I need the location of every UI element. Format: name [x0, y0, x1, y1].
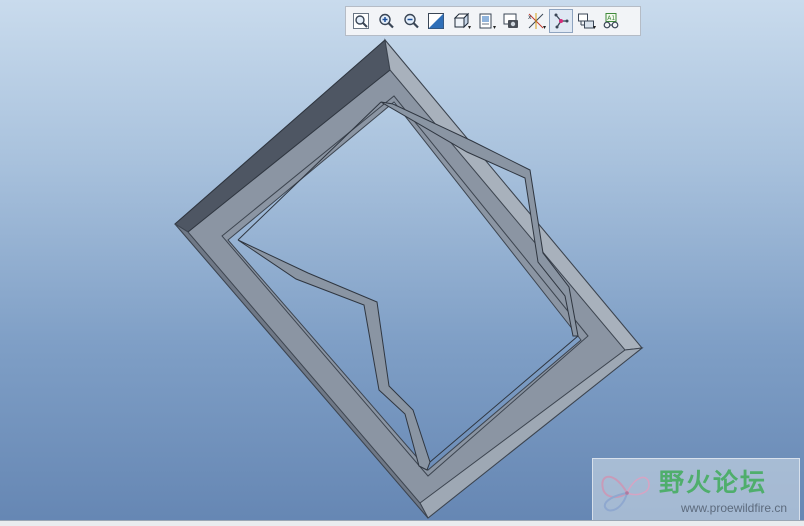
watermark-url: www.proewildfire.cn: [681, 501, 788, 515]
frame-outer-bevel: [174, 39, 391, 233]
frame-right-bevel: [384, 38, 643, 351]
model-3d-part[interactable]: [0, 0, 804, 526]
graphics-window[interactable]: ▾ ▾ x ▾ ▾ A1 野火论坛 www.proewildfire.cn: [0, 0, 804, 526]
frame-left-side: [174, 223, 429, 519]
forum-watermark: 野火论坛 www.proewildfire.cn: [592, 458, 800, 522]
inner-wall-left: [237, 239, 431, 471]
watermark-title: 野火论坛: [659, 468, 768, 497]
butterfly-logo-icon: [601, 475, 650, 512]
status-strip: [0, 520, 804, 526]
inner-wall-right: [380, 101, 579, 337]
